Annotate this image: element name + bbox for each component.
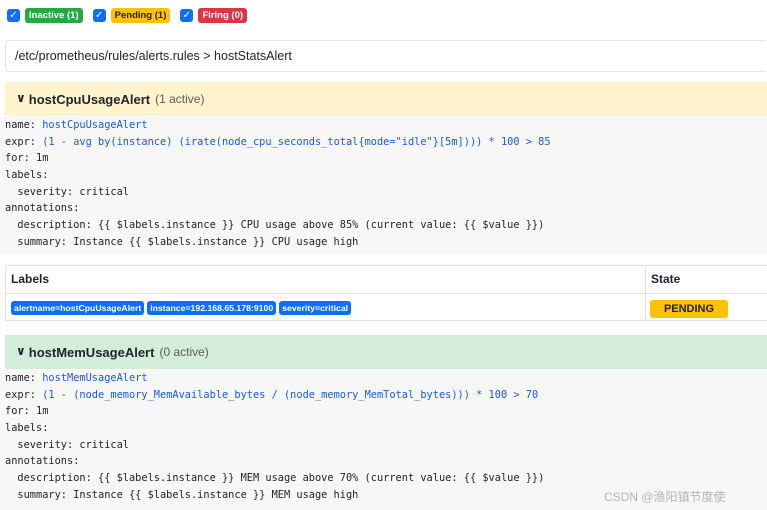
rule-definition: name: hostCpuUsageAlert expr: (1 - avg b… — [0, 117, 767, 254]
rule-group-path: /etc/prometheus/rules/alerts.rules > hos… — [5, 40, 765, 72]
rule-severity-line: severity: critical — [5, 185, 129, 198]
rule-for-line: for: 1m — [5, 405, 49, 418]
checkbox-checked-icon[interactable]: ✓ — [7, 9, 20, 22]
rule-annotations-line: annotations: — [5, 455, 80, 468]
rule-expr-line: expr: (1 - avg by(instance) (irate(node_… — [5, 135, 551, 148]
rule-name-line: name: hostMemUsageAlert — [5, 372, 148, 384]
rule-name-link[interactable]: hostMemUsageAlert — [42, 372, 147, 384]
rule-severity-line: severity: critical — [5, 438, 129, 451]
filter-inactive-badge[interactable]: Inactive (1) — [25, 8, 83, 23]
rule-labels-line: labels: — [5, 169, 49, 182]
alert-state-cell: PENDING — [646, 299, 728, 318]
watermark: CSDN @渔阳镇节度使 — [604, 490, 726, 504]
rule-name-line: name: hostCpuUsageAlert — [5, 119, 148, 131]
label-badge: severity=critical — [279, 301, 352, 315]
filter-firing[interactable]: ✓ Firing (0) — [180, 8, 248, 23]
rule-expr-link[interactable]: (1 - avg by(instance) (irate(node_cpu_se… — [42, 136, 550, 148]
rule-annotations-line: annotations: — [5, 202, 80, 215]
filter-firing-badge[interactable]: Firing (0) — [198, 8, 248, 23]
rule-name-link[interactable]: hostCpuUsageAlert — [42, 119, 147, 131]
table-header: Labels State — [6, 266, 767, 294]
state-filters: ✓ Inactive (1) ✓ Pending (1) ✓ Firing (0… — [7, 8, 248, 23]
labels-column-header: Labels — [6, 266, 646, 293]
label-badge: instance=192.168.65.178:9100 — [147, 301, 277, 315]
rule-expr-link[interactable]: (1 - (node_memory_MemAvailable_bytes / (… — [42, 389, 538, 401]
rule-description-line: description: {{ $labels.instance }} MEM … — [5, 472, 545, 485]
rule-labels-line: labels: — [5, 422, 49, 435]
rule-header-hostcpuusagealert[interactable]: ∨ hostCpuUsageAlert (1 active) — [5, 82, 767, 116]
checkbox-checked-icon[interactable]: ✓ — [180, 9, 194, 22]
rule-expr-line: expr: (1 - (node_memory_MemAvailable_byt… — [5, 388, 539, 401]
state-column-header: State — [651, 272, 681, 286]
table-row: alertname=hostCpuUsageAlert instance=192… — [6, 294, 767, 322]
filter-pending-badge[interactable]: Pending (1) — [110, 8, 171, 23]
checkbox-checked-icon[interactable]: ✓ — [92, 9, 106, 22]
label-badge: alertname=hostCpuUsageAlert — [11, 301, 145, 315]
rule-name: hostMemUsageAlert — [28, 344, 155, 360]
rule-for-line: for: 1m — [5, 152, 49, 165]
rule-header-hostmemusagealert[interactable]: ∨ hostMemUsageAlert (0 active) — [5, 335, 767, 369]
rule-description-line: description: {{ $labels.instance }} CPU … — [5, 219, 545, 232]
active-alerts-table: Labels State alertname=hostCpuUsageAlert… — [5, 265, 767, 322]
rule-active-count: (1 active) — [155, 92, 205, 106]
rule-summary-line: summary: Instance {{ $labels.instance }}… — [5, 235, 359, 248]
rule-active-count: (0 active) — [159, 345, 209, 359]
alert-labels-cell: alertname=hostCpuUsageAlert instance=192… — [6, 294, 646, 322]
state-badge: PENDING — [650, 299, 728, 318]
chevron-down-icon[interactable]: ∨ — [16, 91, 26, 105]
chevron-down-icon[interactable]: ∨ — [16, 344, 26, 358]
rule-name: hostCpuUsageAlert — [28, 91, 151, 107]
filter-inactive[interactable]: ✓ Inactive (1) — [7, 8, 83, 23]
filter-pending[interactable]: ✓ Pending (1) — [92, 8, 171, 23]
